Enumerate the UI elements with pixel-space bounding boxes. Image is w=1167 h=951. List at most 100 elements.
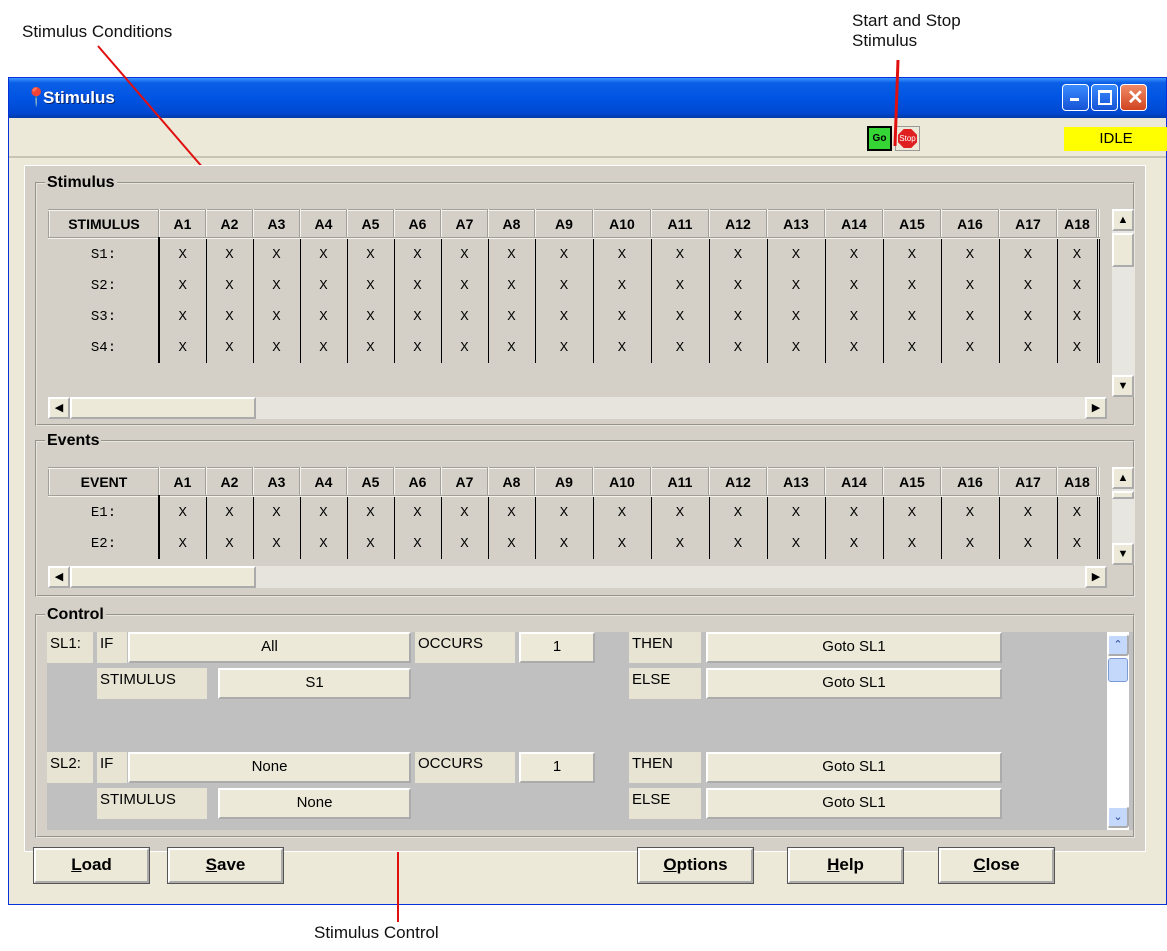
grid-cell[interactable]: X xyxy=(488,301,536,332)
grid-cell[interactable]: X xyxy=(999,301,1058,332)
grid-cell[interactable]: X xyxy=(300,270,348,301)
stimulus-select-button[interactable]: S1 xyxy=(218,668,411,699)
grid-cell[interactable]: X xyxy=(206,528,254,559)
grid-cell[interactable]: X xyxy=(488,238,536,270)
column-header[interactable]: A15 xyxy=(882,467,942,497)
grid-cell[interactable]: X xyxy=(347,270,395,301)
grid-cell[interactable]: X xyxy=(206,238,254,270)
scroll-thumb[interactable] xyxy=(70,397,256,419)
events-vscroll[interactable]: ▲ ▼ xyxy=(1112,467,1134,565)
column-header[interactable]: A12 xyxy=(708,467,768,497)
stimulus-header-cell[interactable]: STIMULUS xyxy=(48,209,160,239)
grid-cell[interactable]: X xyxy=(441,496,489,528)
column-header[interactable]: A6 xyxy=(393,467,442,497)
save-button[interactable]: Save xyxy=(167,847,284,884)
scroll-down-button[interactable]: ▼ xyxy=(1112,543,1134,565)
control-vscroll[interactable]: ⌃ ⌄ xyxy=(1107,632,1129,830)
column-header[interactable]: A7 xyxy=(440,209,489,239)
column-header[interactable]: A18 xyxy=(1056,467,1098,497)
column-header[interactable]: A3 xyxy=(252,209,301,239)
grid-cell[interactable]: X xyxy=(535,270,594,301)
grid-cell[interactable]: X xyxy=(941,270,1000,301)
grid-cell[interactable]: X xyxy=(535,528,594,559)
else-action-button[interactable]: Goto SL1 xyxy=(706,788,1002,819)
column-header[interactable]: A8 xyxy=(487,467,536,497)
grid-cell[interactable]: X xyxy=(159,332,207,363)
grid-cell[interactable]: X xyxy=(300,238,348,270)
scroll-up-button[interactable]: ▲ xyxy=(1112,209,1134,231)
grid-cell[interactable]: X xyxy=(206,301,254,332)
scroll-left-button[interactable]: ◀ xyxy=(48,566,70,588)
options-button[interactable]: Options xyxy=(637,847,754,884)
grid-cell[interactable]: X xyxy=(593,301,652,332)
grid-cell[interactable]: X xyxy=(709,528,768,559)
column-header[interactable]: A13 xyxy=(766,209,826,239)
grid-cell[interactable]: X xyxy=(253,301,301,332)
column-header[interactable]: A17 xyxy=(998,209,1058,239)
grid-cell[interactable]: X xyxy=(206,332,254,363)
event-header-cell[interactable]: EVENT xyxy=(48,467,160,497)
grid-cell[interactable]: X xyxy=(488,528,536,559)
column-header[interactable]: A1 xyxy=(158,209,207,239)
grid-cell[interactable]: X xyxy=(441,528,489,559)
grid-cell[interactable]: X xyxy=(593,528,652,559)
grid-cell[interactable]: X xyxy=(159,496,207,528)
stimulus-hscroll[interactable]: ◀ ▶ xyxy=(48,397,1107,419)
grid-cell[interactable]: X xyxy=(441,270,489,301)
grid-cell[interactable]: X xyxy=(999,270,1058,301)
grid-cell[interactable]: X xyxy=(535,238,594,270)
grid-cell[interactable]: X xyxy=(253,238,301,270)
grid-cell[interactable]: X xyxy=(253,528,301,559)
grid-cell[interactable]: X xyxy=(1057,301,1098,332)
grid-cell[interactable]: X xyxy=(825,238,884,270)
stimulus-vscroll[interactable]: ▲ ▼ xyxy=(1112,209,1134,397)
column-header[interactable]: A1 xyxy=(158,467,207,497)
column-header[interactable]: A6 xyxy=(393,209,442,239)
column-header[interactable]: A10 xyxy=(592,467,652,497)
column-header[interactable]: A11 xyxy=(650,209,710,239)
if-condition-button[interactable]: None xyxy=(128,752,411,783)
grid-cell[interactable]: X xyxy=(883,496,942,528)
grid-cell[interactable]: X xyxy=(1057,270,1098,301)
grid-cell[interactable]: X xyxy=(709,270,768,301)
column-header[interactable]: A4 xyxy=(299,209,348,239)
grid-cell[interactable]: X xyxy=(767,496,826,528)
stimulus-select-button[interactable]: None xyxy=(218,788,411,819)
grid-cell[interactable]: X xyxy=(941,301,1000,332)
grid-cell[interactable]: X xyxy=(825,270,884,301)
grid-cell[interactable]: X xyxy=(1057,528,1098,559)
grid-cell[interactable]: X xyxy=(593,238,652,270)
grid-cell[interactable]: X xyxy=(253,332,301,363)
occurs-count-button[interactable]: 1 xyxy=(519,752,595,783)
grid-cell[interactable]: X xyxy=(347,496,395,528)
column-header[interactable]: A13 xyxy=(766,467,826,497)
scroll-right-button[interactable]: ▶ xyxy=(1085,397,1107,419)
grid-cell[interactable]: X xyxy=(488,496,536,528)
grid-cell[interactable]: X xyxy=(441,301,489,332)
grid-cell[interactable]: X xyxy=(651,528,710,559)
then-action-button[interactable]: Goto SL1 xyxy=(706,752,1002,783)
grid-cell[interactable]: X xyxy=(651,332,710,363)
grid-cell[interactable]: X xyxy=(206,270,254,301)
column-header[interactable]: A3 xyxy=(252,467,301,497)
scroll-up-button[interactable]: ⌃ xyxy=(1107,634,1129,656)
grid-cell[interactable]: X xyxy=(206,496,254,528)
events-hscroll[interactable]: ◀ ▶ xyxy=(48,566,1107,588)
grid-cell[interactable]: X xyxy=(394,496,442,528)
grid-cell[interactable]: X xyxy=(441,332,489,363)
grid-cell[interactable]: X xyxy=(159,238,207,270)
grid-cell[interactable]: X xyxy=(593,270,652,301)
grid-cell[interactable]: X xyxy=(999,496,1058,528)
grid-cell[interactable]: X xyxy=(347,238,395,270)
then-action-button[interactable]: Goto SL1 xyxy=(706,632,1002,663)
grid-cell[interactable]: X xyxy=(488,270,536,301)
scroll-thumb[interactable] xyxy=(70,566,256,588)
grid-cell[interactable]: X xyxy=(941,238,1000,270)
grid-cell[interactable]: X xyxy=(825,496,884,528)
grid-cell[interactable]: X xyxy=(394,270,442,301)
grid-cell[interactable]: X xyxy=(767,301,826,332)
grid-cell[interactable]: X xyxy=(593,332,652,363)
help-button[interactable]: Help xyxy=(787,847,904,884)
grid-cell[interactable]: X xyxy=(159,301,207,332)
scroll-left-button[interactable]: ◀ xyxy=(48,397,70,419)
